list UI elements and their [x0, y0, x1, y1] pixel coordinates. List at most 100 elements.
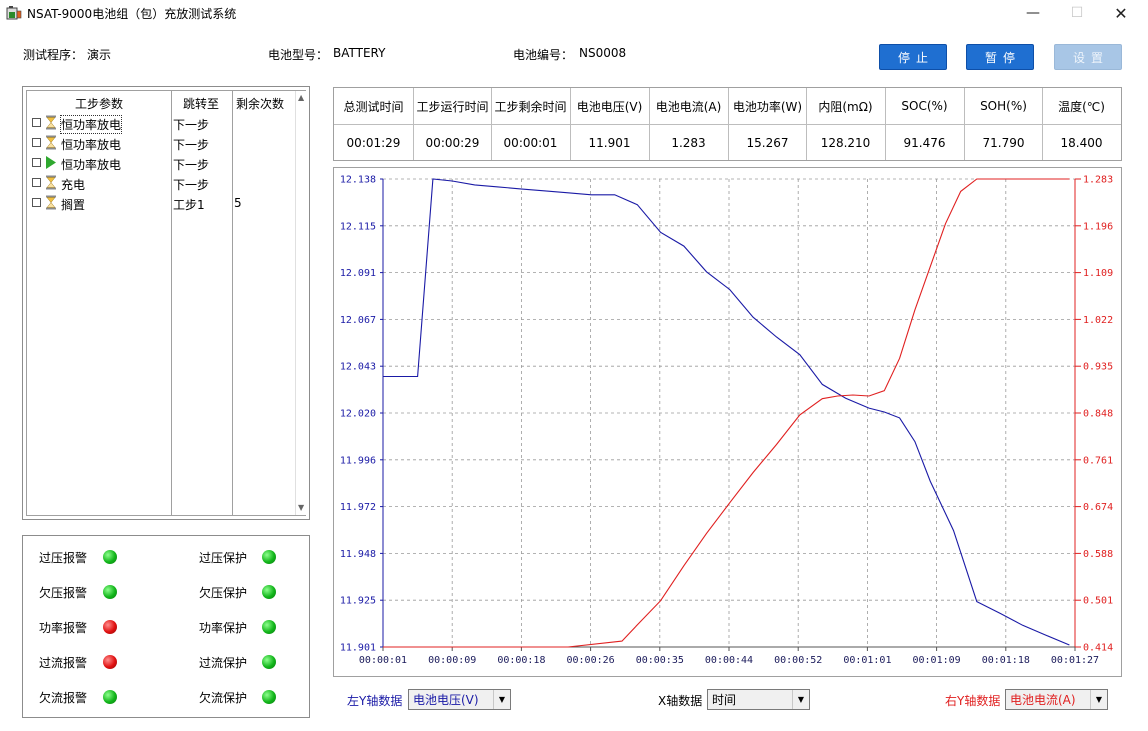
status-led-icon	[103, 550, 117, 564]
left-y-label: 左Y轴数据	[347, 694, 403, 708]
step-name[interactable]: 恒功率放电	[59, 115, 123, 134]
step-jump: 下一步	[173, 158, 210, 172]
left-y-tick-label: 11.972	[340, 502, 376, 513]
battery-no-label: 电池编号：	[513, 48, 574, 62]
program-value: 演示	[87, 48, 112, 62]
table-header-cell: 总测试时间	[343, 99, 404, 114]
table-value-cell: 18.400	[1060, 135, 1103, 150]
right-y-tick-label: 0.848	[1083, 409, 1113, 420]
x-tick-label: 00:00:09	[428, 655, 476, 666]
step-name[interactable]: 恒功率放电	[61, 156, 121, 173]
scroll-down-icon[interactable]: ▼	[298, 503, 304, 512]
right-y-tick-label: 0.935	[1083, 362, 1113, 373]
right-y-tick-label: 0.674	[1083, 502, 1113, 513]
settings-button[interactable]: 设置	[1054, 44, 1122, 70]
x-tick-label: 00:00:26	[567, 655, 615, 666]
hourglass-icon	[45, 135, 57, 150]
x-tick-label: 00:01:18	[982, 655, 1030, 666]
step-header-jump: 跳转至	[183, 97, 220, 111]
table-value-cell: 00:01:29	[346, 135, 401, 150]
table-header-cell: 电池功率(W)	[732, 99, 803, 114]
measurement-table: 总测试时间 00:01:29 工步运行时间 00:00:29 工步剩余时间 00:00:0…	[333, 87, 1122, 161]
play-icon	[45, 155, 57, 170]
chevron-down-icon[interactable]: ▼	[493, 690, 510, 709]
chart-area: 12.138 12.115 12.091 12.067 12.043 12.020 11.9…	[333, 167, 1122, 677]
x-axis-select[interactable]: 时间 ▼	[707, 689, 810, 710]
alarm-label: 过流报警	[39, 656, 88, 670]
table-value-cell: 128.210	[820, 135, 871, 150]
step-name[interactable]: 充电	[61, 176, 85, 193]
right-y-tick-label: 1.022	[1083, 315, 1113, 326]
left-y-select-value: 电池电压(V)	[413, 693, 479, 707]
table-value-cell: 15.267	[746, 135, 789, 150]
alarm-label: 过压报警	[39, 551, 88, 565]
step-checkbox[interactable]	[32, 138, 41, 147]
scroll-up-icon[interactable]: ▲	[298, 93, 304, 102]
x-tick-label: 00:00:01	[359, 655, 407, 666]
maximize-button[interactable]: ☐	[1054, 0, 1100, 26]
table-value-cell: 1.283	[671, 135, 706, 150]
left-y-select[interactable]: 电池电压(V) ▼	[408, 689, 511, 710]
step-checkbox[interactable]	[32, 178, 41, 187]
hourglass-icon	[45, 195, 57, 210]
left-y-tick-label: 12.138	[340, 175, 376, 186]
step-header-remain: 剩余次数	[236, 97, 285, 111]
battery-no-value: NS0008	[579, 46, 627, 60]
status-led-icon	[103, 690, 117, 704]
close-button[interactable]: ✕	[1098, 0, 1144, 26]
step-name[interactable]: 搁置	[61, 196, 85, 213]
table-header-cell: SOH(%)	[980, 99, 1027, 113]
x-tick-label: 00:00:18	[497, 655, 545, 666]
right-y-tick-label: 1.283	[1083, 175, 1113, 186]
x-tick-label: 00:00:52	[774, 655, 822, 666]
left-y-tick-label: 12.091	[340, 268, 376, 279]
stop-button[interactable]: 停止	[879, 44, 947, 70]
left-y-tick-label: 12.115	[340, 221, 376, 232]
x-tick-label: 00:00:35	[636, 655, 684, 666]
right-y-tick-label: 1.109	[1083, 268, 1113, 279]
step-checkbox[interactable]	[32, 198, 41, 207]
minimize-button[interactable]: —	[1010, 0, 1056, 26]
chevron-down-icon[interactable]: ▼	[1090, 690, 1107, 709]
table-header-cell: 电池电流(A)	[655, 99, 722, 114]
left-y-tick-label: 11.901	[340, 643, 376, 654]
table-header-cell: 内阻(mΩ)	[818, 99, 873, 114]
column-divider	[171, 91, 172, 515]
step-table-panel: 工步参数 跳转至 剩余次数 恒功率放电 下一步 恒功率放电 下一步 恒功率放电 下一步 充电…	[22, 86, 310, 520]
protection-label: 功率保护	[199, 621, 248, 635]
alarm-label: 功率报警	[39, 621, 88, 635]
right-y-tick-label: 0.761	[1083, 455, 1113, 466]
step-checkbox[interactable]	[32, 118, 41, 127]
status-led-icon	[262, 550, 276, 564]
left-y-tick-label: 11.996	[340, 455, 376, 466]
step-remain: 5	[234, 196, 242, 210]
right-y-tick-label: 0.414	[1083, 643, 1113, 654]
left-y-tick-label: 11.948	[340, 549, 376, 560]
step-jump: 下一步	[173, 118, 210, 132]
window-title: NSAT-9000电池组（包）充放测试系统	[27, 7, 237, 21]
pause-button[interactable]: 暂停	[966, 44, 1034, 70]
table-header-cell: 工步剩余时间	[494, 99, 567, 114]
chevron-down-icon[interactable]: ▼	[792, 690, 809, 709]
left-y-tick-label: 11.925	[340, 596, 376, 607]
dual-axis-line-chart: 12.138 12.115 12.091 12.067 12.043 12.020 11.9…	[340, 175, 1113, 667]
left-y-tick-label: 12.067	[340, 315, 376, 326]
step-checkbox[interactable]	[32, 158, 41, 167]
right-y-select[interactable]: 电池电流(A) ▼	[1005, 689, 1108, 710]
app-battery-icon	[6, 6, 22, 20]
hourglass-icon	[45, 175, 57, 190]
x-tick-label: 00:01:27	[1051, 655, 1099, 666]
step-name[interactable]: 恒功率放电	[61, 136, 121, 153]
table-value-cell: 00:00:01	[503, 135, 558, 150]
step-header-params: 工步参数	[75, 97, 124, 111]
vertical-scrollbar[interactable]: ▲ ▼	[295, 91, 307, 515]
x-axis-label: X轴数据	[658, 694, 703, 708]
status-led-icon	[262, 620, 276, 634]
alarm-label: 欠流报警	[39, 691, 88, 705]
x-axis-select-value: 时间	[712, 693, 737, 707]
status-led-icon	[262, 690, 276, 704]
step-jump: 下一步	[173, 138, 210, 152]
step-jump: 工步1	[173, 198, 205, 212]
program-label: 测试程序：	[23, 48, 84, 62]
voltage-series-line	[383, 178, 1070, 646]
